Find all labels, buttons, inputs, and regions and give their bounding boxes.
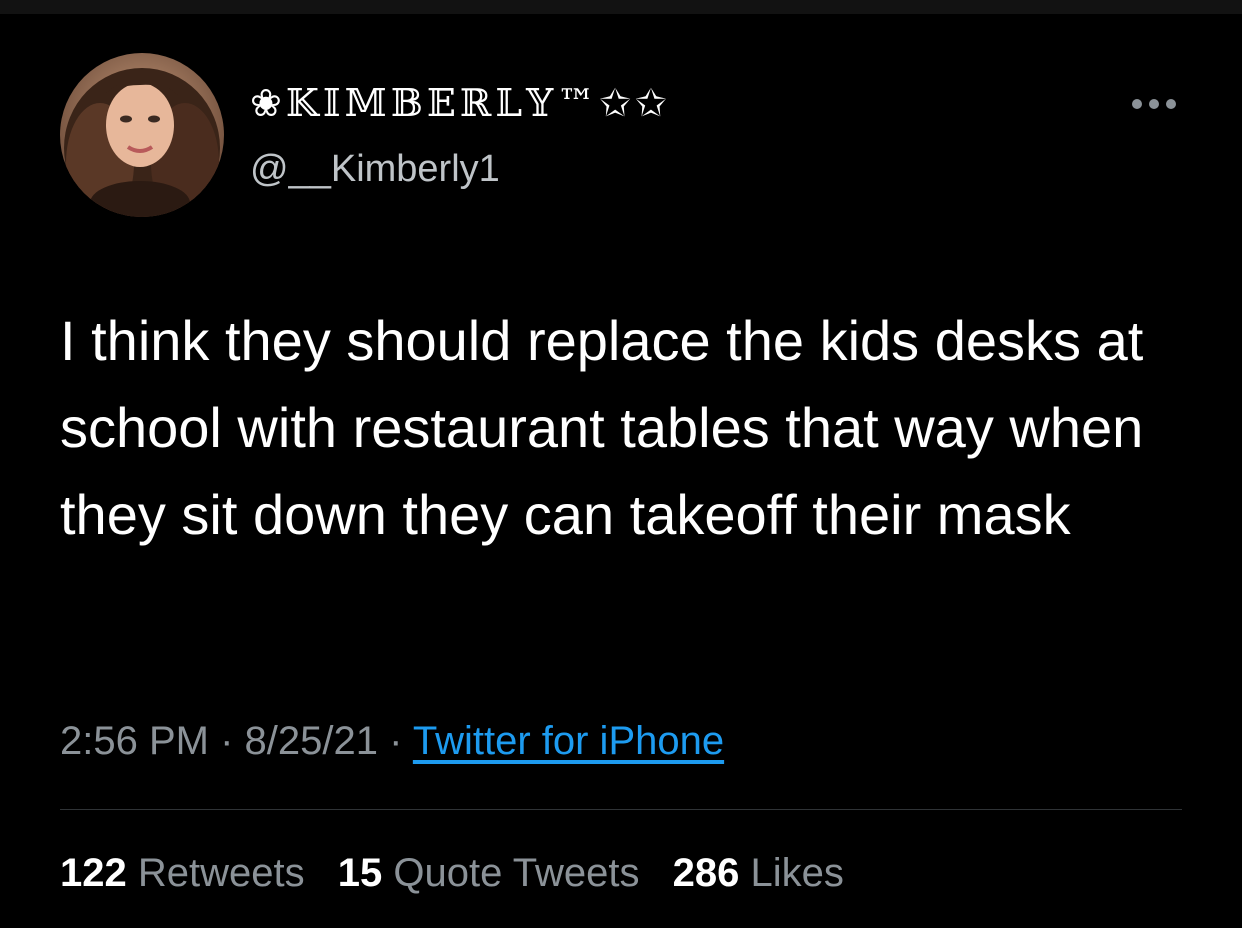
engagement-stats: 122 Retweets 15 Quote Tweets 286 Likes: [60, 849, 866, 897]
top-strip: [0, 0, 1242, 14]
retweets-stat[interactable]: 122 Retweets: [60, 849, 305, 897]
retweets-count: 122: [60, 851, 127, 895]
more-horizontal-icon: [1132, 99, 1176, 109]
meta-separator: ·: [220, 719, 234, 763]
avatar[interactable]: [60, 53, 224, 217]
tweet-time[interactable]: 2:56 PM: [60, 719, 209, 763]
avatar-image: [60, 53, 224, 217]
divider: [60, 809, 1182, 810]
tweet-card: ❀𝕂𝕀𝕄𝔹𝔼ℝ𝕃𝕐™✩✩ @__Kimberly1 I think they s…: [0, 14, 1242, 928]
tweet-date[interactable]: 8/25/21: [245, 719, 378, 763]
tweet-metadata: 2:56 PM · 8/25/21 · Twitter for iPhone: [60, 717, 724, 765]
tweet-source-link[interactable]: Twitter for iPhone: [413, 719, 724, 763]
likes-stat[interactable]: 286 Likes: [673, 849, 844, 897]
quote-tweets-count: 15: [337, 851, 383, 895]
quote-tweets-label: Quote Tweets: [393, 851, 640, 895]
more-button[interactable]: [1124, 92, 1184, 116]
retweets-label: Retweets: [137, 851, 305, 895]
display-name[interactable]: ❀𝕂𝕀𝕄𝔹𝔼ℝ𝕃𝕐™✩✩: [250, 80, 671, 126]
likes-count: 286: [672, 851, 740, 895]
user-handle[interactable]: @__Kimberly1: [250, 146, 500, 192]
likes-label: Likes: [750, 851, 844, 895]
tweet-text: I think they should replace the kids des…: [60, 309, 1144, 546]
meta-separator: ·: [389, 719, 403, 763]
quote-tweets-stat[interactable]: 15 Quote Tweets: [338, 849, 640, 897]
